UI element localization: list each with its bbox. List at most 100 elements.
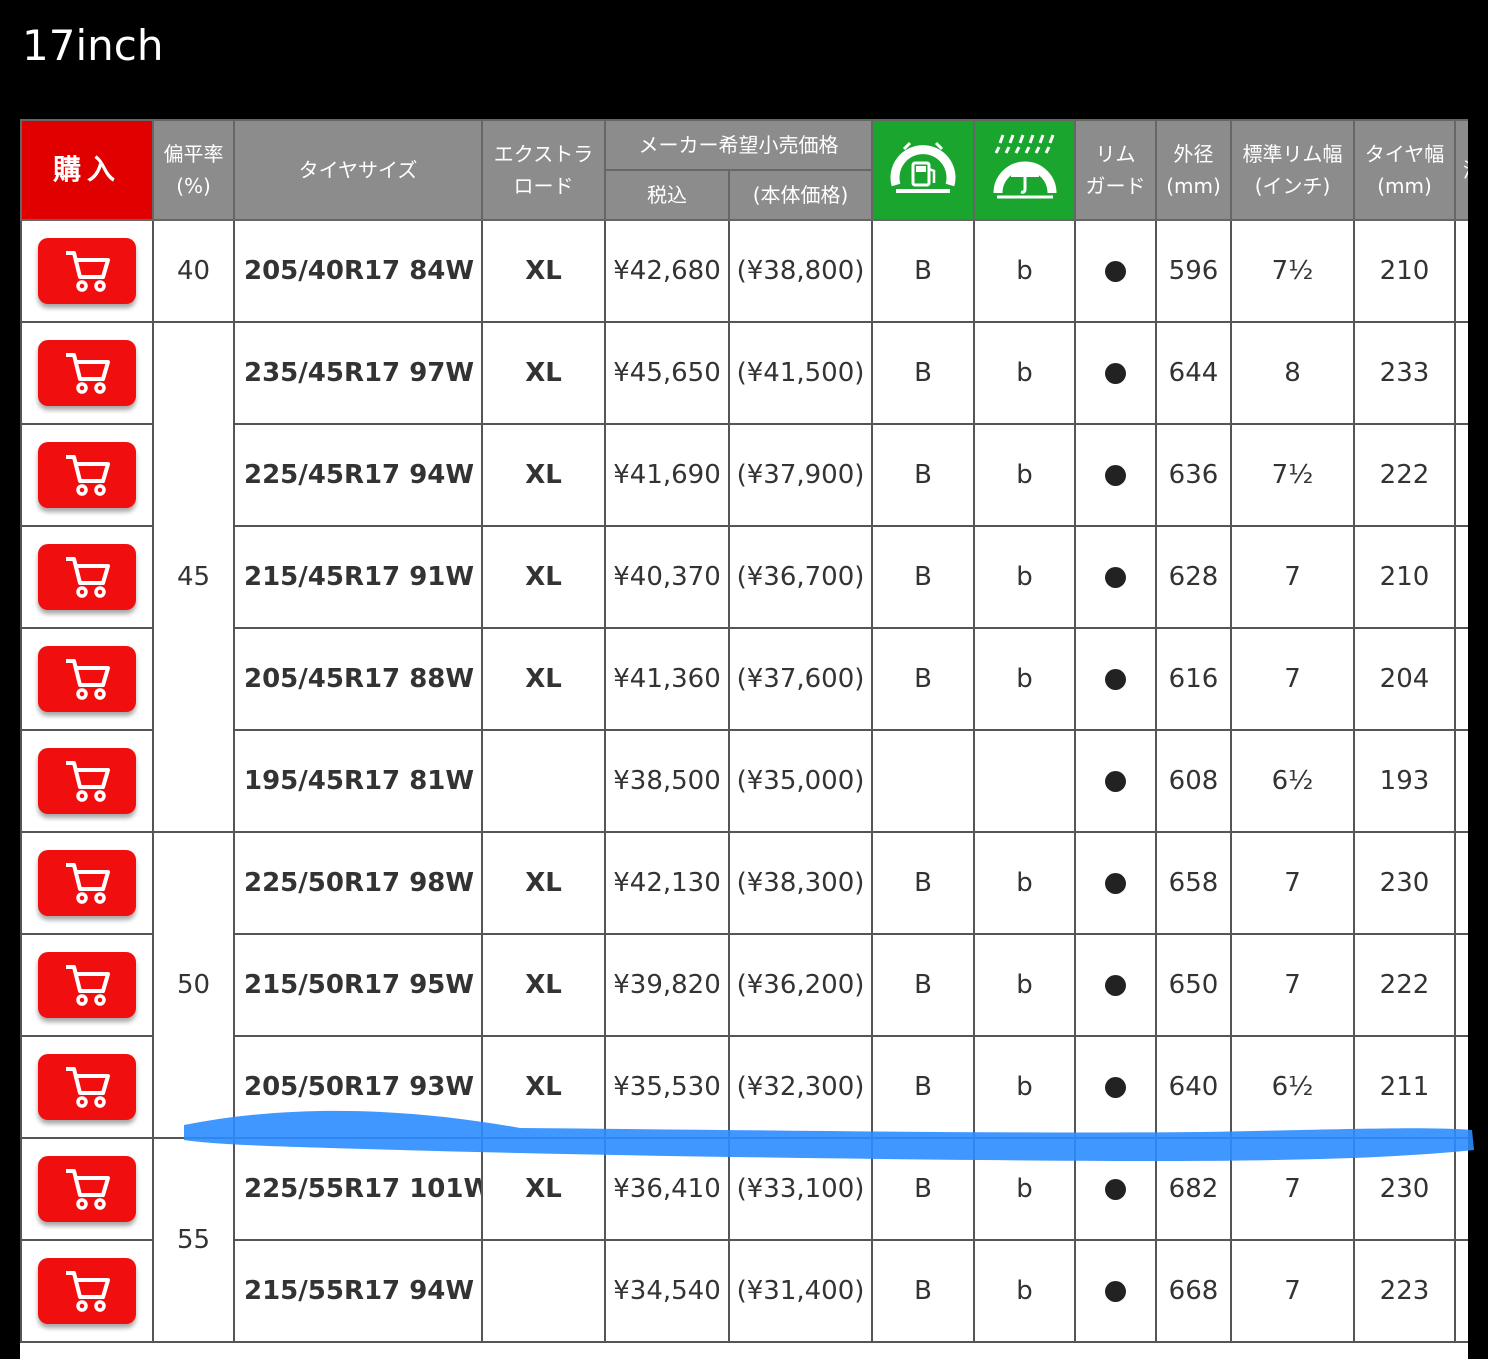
body-price-cell: (¥38,800) <box>728 219 873 323</box>
price-group-header: メーカー希望小売価格 <box>604 119 873 171</box>
price-tax-header: 税込 <box>604 169 730 221</box>
outer-diameter-cell: 608 <box>1155 729 1232 833</box>
add-to-cart-button[interactable] <box>38 850 136 916</box>
extra-load-cell <box>481 1239 606 1343</box>
add-to-cart-button[interactable] <box>38 340 136 406</box>
aspect-cell: 55 <box>152 1137 235 1343</box>
extra-load-cell: XL <box>481 933 606 1037</box>
size-cell: 215/55R17 94W <box>233 1239 483 1343</box>
rolling-grade-cell: B <box>871 423 975 527</box>
outer-diameter-cell: 650 <box>1155 933 1232 1037</box>
rolling-grade-cell: B <box>871 321 975 425</box>
partial-cell <box>1454 1239 1468 1343</box>
rim-guard-column-header: リム ガード <box>1074 119 1157 221</box>
size-cell: 195/45R17 81W <box>233 729 483 833</box>
size-cell: 225/50R17 98W <box>233 831 483 935</box>
wet-grade-cell: b <box>973 627 1076 731</box>
wet-grade-cell: b <box>973 1137 1076 1241</box>
table-row: 205/45R17 88W XL ¥41,360 (¥37,600) B b 6… <box>20 627 1468 731</box>
extra-load-cell: XL <box>481 321 606 425</box>
wet-grade-cell: b <box>973 831 1076 935</box>
add-to-cart-button[interactable] <box>38 952 136 1018</box>
add-to-cart-button[interactable] <box>38 748 136 814</box>
table-row: 45 235/45R17 97W XL ¥45,650 (¥41,500) B … <box>20 321 1468 833</box>
rolling-grade-cell: B <box>871 1239 975 1343</box>
buy-cell <box>20 219 154 323</box>
wet-grade-cell: b <box>973 1239 1076 1343</box>
extra-load-cell: XL <box>481 423 606 527</box>
add-to-cart-button[interactable] <box>38 544 136 610</box>
cart-icon <box>66 1067 110 1108</box>
tire-size-table-container[interactable]: 購入 偏平率 (%) タイヤサイズ エクストラ ロード メーカー希望小売価格 リ… <box>20 119 1468 1359</box>
buy-cell <box>20 525 154 629</box>
buy-cell <box>20 1137 154 1241</box>
rim-width-cell: 7 <box>1230 933 1355 1037</box>
buy-cell <box>20 1239 154 1343</box>
extra-load-cell: XL <box>481 525 606 629</box>
buy-cell <box>20 627 154 731</box>
buy-cell <box>20 321 154 425</box>
add-to-cart-button[interactable] <box>38 1054 136 1120</box>
extra-load-column-header: エクストラ ロード <box>481 119 606 221</box>
rim-guard-cell <box>1074 831 1157 935</box>
tire-width-cell: 211 <box>1353 1035 1456 1139</box>
tire-width-cell: 233 <box>1353 321 1456 425</box>
outer-diameter-cell: 596 <box>1155 219 1232 323</box>
cart-icon <box>66 863 110 904</box>
partial-cell <box>1454 627 1468 731</box>
wet-grade-cell: b <box>973 423 1076 527</box>
rim-guard-dot-icon <box>1105 873 1126 894</box>
rim-width-cell: 7 <box>1230 831 1355 935</box>
size-cell: 215/50R17 95W <box>233 933 483 1037</box>
rim-width-column-header: 標準リム幅 (インチ) <box>1230 119 1355 221</box>
add-to-cart-button[interactable] <box>38 1258 136 1324</box>
size-cell: 225/55R17 101W <box>233 1137 483 1241</box>
rim-width-cell: 7 <box>1230 1239 1355 1343</box>
tire-width-cell: 210 <box>1353 219 1456 323</box>
size-cell: 205/45R17 88W <box>233 627 483 731</box>
price-cell: ¥40,370 <box>604 525 730 629</box>
body-price-cell: (¥33,100) <box>728 1137 873 1241</box>
add-to-cart-button[interactable] <box>38 442 136 508</box>
price-cell: ¥39,820 <box>604 933 730 1037</box>
rim-guard-dot-icon <box>1105 1179 1126 1200</box>
rolling-resistance-header <box>871 119 975 221</box>
rim-guard-dot-icon <box>1105 669 1126 690</box>
extra-load-cell: XL <box>481 831 606 935</box>
buy-cell <box>20 729 154 833</box>
rim-width-cell: 8 <box>1230 321 1355 425</box>
cart-icon <box>66 1169 110 1210</box>
rim-guard-cell <box>1074 933 1157 1037</box>
rolling-grade-cell: B <box>871 219 975 323</box>
add-to-cart-button[interactable] <box>38 646 136 712</box>
add-to-cart-button[interactable] <box>38 1156 136 1222</box>
tire-width-cell: 204 <box>1353 627 1456 731</box>
extra-load-cell: XL <box>481 1035 606 1139</box>
tire-width-cell: 222 <box>1353 933 1456 1037</box>
rim-width-cell: 7 <box>1230 525 1355 629</box>
rim-guard-cell <box>1074 1239 1157 1343</box>
body-price-cell: (¥31,400) <box>728 1239 873 1343</box>
size-cell: 205/40R17 84W <box>233 219 483 323</box>
rim-width-cell: 7½ <box>1230 219 1355 323</box>
partial-cell <box>1454 1035 1468 1139</box>
cart-icon <box>66 251 110 292</box>
add-to-cart-button[interactable] <box>38 238 136 304</box>
body-price-cell: (¥41,500) <box>728 321 873 425</box>
rim-guard-dot-icon <box>1105 465 1126 486</box>
rolling-grade-cell: B <box>871 525 975 629</box>
cart-icon <box>66 1271 110 1312</box>
size-cell: 225/45R17 94W <box>233 423 483 527</box>
cart-icon <box>66 761 110 802</box>
size-column-header: タイヤサイズ <box>233 119 483 221</box>
outer-diameter-cell: 640 <box>1155 1035 1232 1139</box>
aspect-column-header: 偏平率 (%) <box>152 119 235 221</box>
wet-grade-cell: b <box>973 321 1076 425</box>
wet-grade-cell: b <box>973 1035 1076 1139</box>
body-price-cell: (¥36,200) <box>728 933 873 1037</box>
price-cell: ¥36,410 <box>604 1137 730 1241</box>
rim-guard-cell <box>1074 321 1157 425</box>
price-cell: ¥41,690 <box>604 423 730 527</box>
aspect-cell: 50 <box>152 831 235 1139</box>
price-cell: ¥35,530 <box>604 1035 730 1139</box>
